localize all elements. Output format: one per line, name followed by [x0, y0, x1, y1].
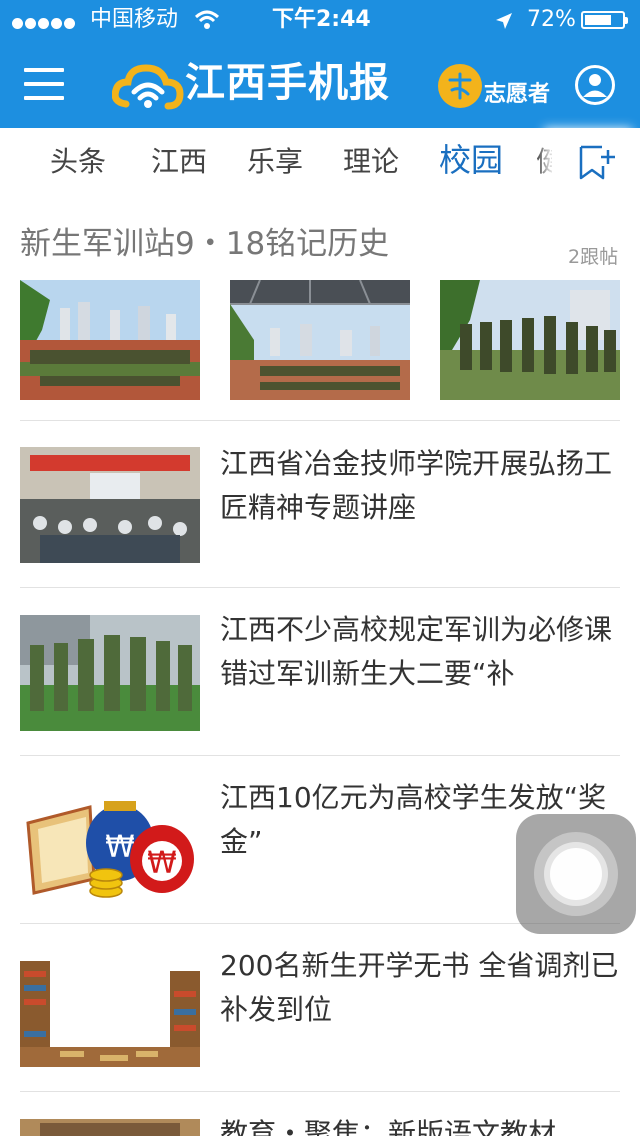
app-title: 江西手机报 [185, 60, 390, 106]
assistive-touch-button[interactable] [516, 814, 636, 934]
tab-campus[interactable]: 校园 [439, 140, 503, 180]
tab-leisure[interactable]: 乐享 [247, 142, 303, 182]
signal-dots-icon [12, 14, 77, 33]
article-title-5[interactable]: 教育・聚焦：新版语文教材 [220, 1112, 620, 1136]
channel-tabs: 头条 江西 乐享 理论 校园 健 [0, 128, 640, 196]
tab-theory[interactable]: 理论 [343, 142, 399, 182]
user-icon[interactable] [574, 64, 616, 106]
divider [20, 587, 620, 588]
app-header: 江西手机报 志愿者 [0, 40, 640, 128]
gallery-thumb-1[interactable] [20, 280, 200, 400]
article-thumb-textbook[interactable] [20, 1119, 200, 1136]
tab-headlines[interactable]: 头条 [50, 142, 106, 182]
gallery-thumb-3[interactable] [440, 280, 620, 400]
divider [20, 420, 620, 421]
article-title-1[interactable]: 江西省冶金技师学院开展弘扬工匠精神专题讲座 [220, 442, 620, 530]
gallery-thumb-2[interactable] [230, 280, 410, 400]
article-thumb-military-training[interactable] [20, 615, 200, 731]
battery-percent: 72% [527, 7, 576, 32]
article-thumb-money-bags[interactable]: ₩ ₩ [20, 783, 200, 899]
volunteer-label[interactable]: 志愿者 [484, 80, 550, 110]
article-thumb-lecture[interactable] [20, 447, 200, 563]
gallery-title[interactable]: 新生军训站9・18铭记历史 [20, 222, 389, 266]
wifi-icon [194, 10, 220, 29]
status-bar: 中国移动 下午2:44 72% [0, 0, 640, 40]
bookmark-add-icon[interactable] [578, 144, 616, 182]
battery-icon [581, 11, 628, 29]
article-title-4[interactable]: 200名新生开学无书 全省调剂已补发到位 [220, 944, 620, 1032]
svg-text:₩: ₩ [147, 846, 177, 881]
tab-jiangxi[interactable]: 江西 [151, 142, 207, 182]
carrier-label: 中国移动 [90, 7, 179, 32]
divider [20, 1091, 620, 1092]
menu-icon[interactable] [24, 68, 64, 100]
location-arrow-icon [496, 13, 512, 29]
cloud-logo-icon [112, 64, 184, 110]
article-thumb-books[interactable] [20, 951, 200, 1067]
comment-count: 2跟帖 [568, 246, 619, 268]
divider [20, 755, 620, 756]
article-title-2[interactable]: 江西不少高校规定军训为必修课 错过军训新生大二要“补 [220, 608, 620, 696]
clock: 下午2:44 [272, 7, 371, 32]
volunteer-icon[interactable] [438, 64, 482, 108]
